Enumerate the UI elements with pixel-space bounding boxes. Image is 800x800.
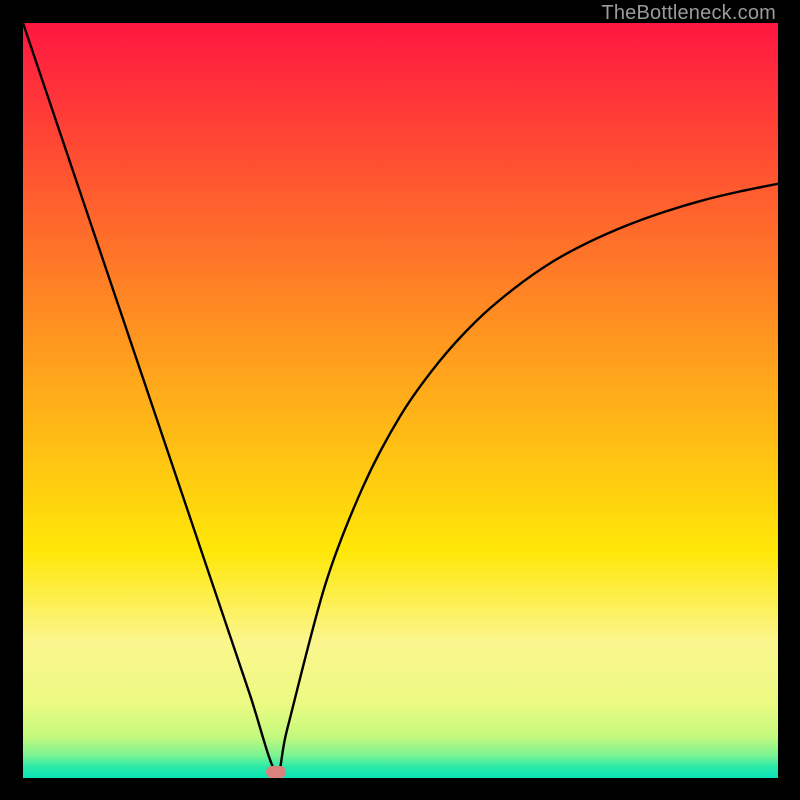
optimum-marker — [266, 766, 286, 778]
chart-frame: TheBottleneck.com — [0, 0, 800, 800]
plot-area — [23, 23, 778, 778]
watermark-text: TheBottleneck.com — [601, 2, 776, 25]
bottleneck-curve — [23, 23, 778, 778]
